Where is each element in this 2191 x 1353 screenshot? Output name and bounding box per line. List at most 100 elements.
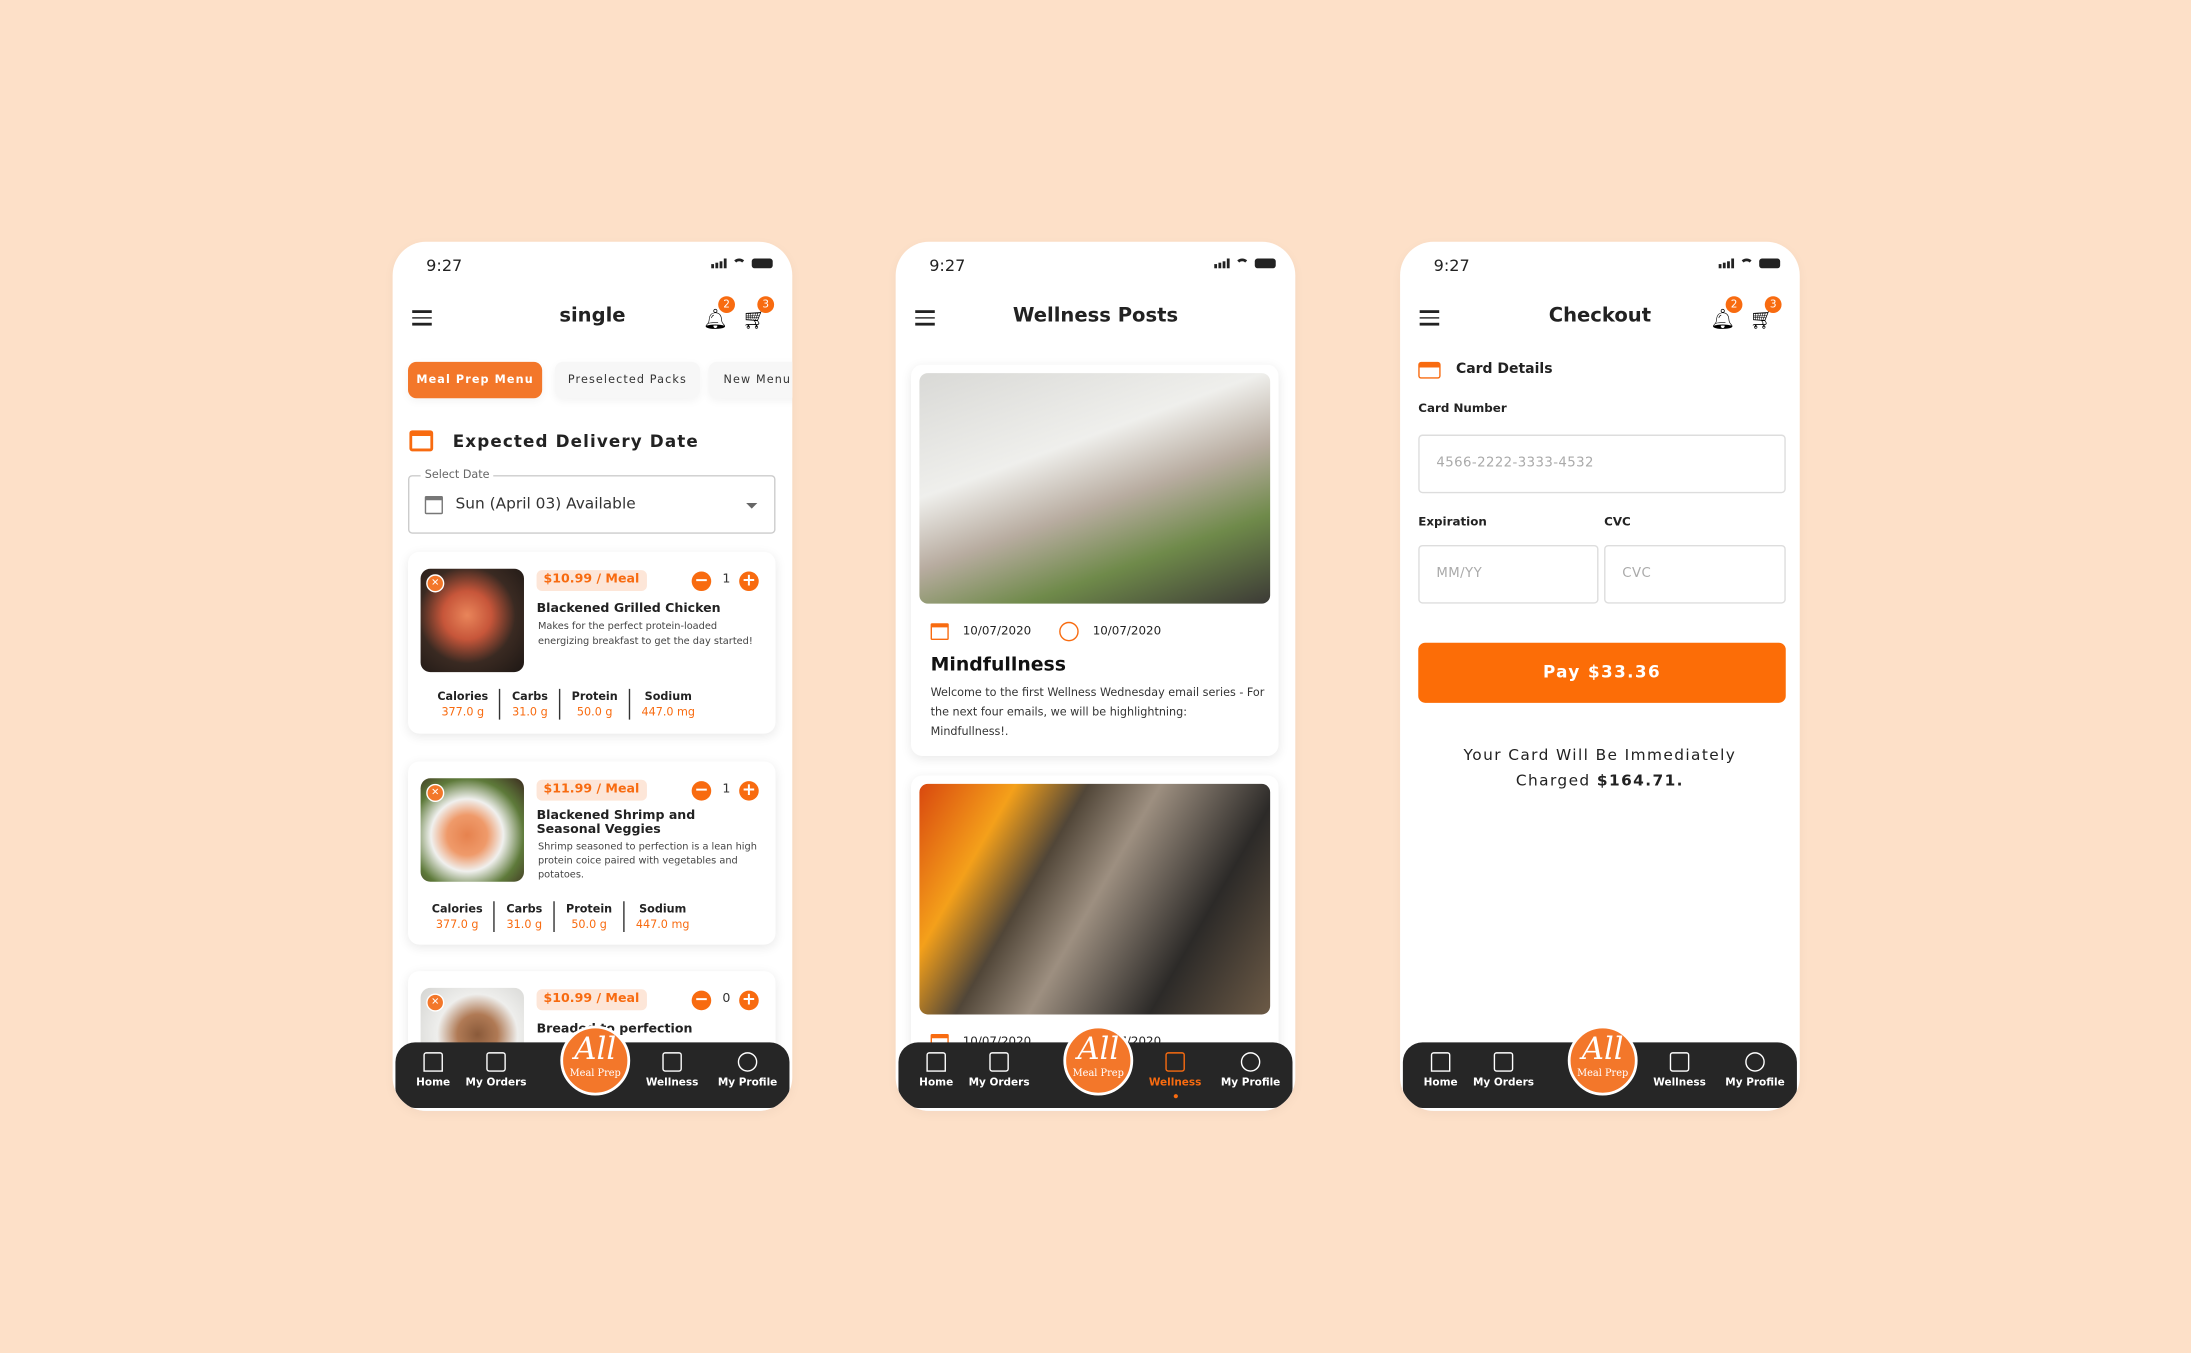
nav-my-orders[interactable]: My Orders: [458, 1052, 533, 1088]
nav-my-profile[interactable]: My Profile: [710, 1052, 785, 1088]
decrease-button[interactable]: −: [691, 990, 712, 1011]
meal-card[interactable]: ✕ $11.99 / Meal − 1 + Blackened Shrimp a…: [408, 761, 776, 945]
card-number-label: Card Number: [1418, 402, 1507, 417]
status-icons: [1718, 258, 1781, 269]
all-meal-prep-logo[interactable]: All Meal Prep: [1063, 1025, 1134, 1096]
bell-icon[interactable]: 🔔︎ 2: [1710, 296, 1743, 331]
calendar-icon: [930, 623, 949, 640]
post-date: 10/07/2020: [962, 624, 1032, 639]
notification-badge: 2: [718, 296, 735, 313]
signal-icon: [1214, 258, 1230, 269]
credit-card-icon: [1418, 361, 1441, 379]
status-icons: [1214, 258, 1276, 269]
bottom-nav: Home My Orders All Meal Prep Wellness My …: [395, 1025, 790, 1109]
quantity: 1: [722, 782, 731, 797]
price-tag: $10.99 / Meal: [536, 570, 647, 592]
nav-wellness[interactable]: Wellness: [1642, 1052, 1717, 1088]
price-tag: $10.99 / Meal: [536, 989, 647, 1011]
nav-wellness[interactable]: Wellness: [634, 1052, 709, 1088]
signal-icon: [1718, 258, 1735, 269]
pay-button[interactable]: Pay $33.36: [1418, 642, 1786, 703]
cart-icon[interactable]: 🛒︎ 3: [742, 296, 775, 331]
expiration-label: Expiration: [1418, 515, 1487, 530]
nav-my-orders[interactable]: My Orders: [1466, 1052, 1541, 1088]
gluten-free-icon: ✕: [426, 783, 445, 803]
expiration-input[interactable]: MM/YY: [1418, 544, 1599, 604]
select-date-label: Select Date: [420, 468, 494, 481]
home-icon: [926, 1052, 946, 1072]
user-circle-icon: [1745, 1052, 1765, 1072]
tab-preselected-packs[interactable]: Preselected Packs: [554, 361, 701, 399]
active-indicator: [1173, 1094, 1178, 1099]
post-body: Welcome to the first Wellness Wednesday …: [930, 686, 1265, 738]
increase-button[interactable]: +: [739, 571, 759, 592]
wellness-screen: 9:27 Wellness Posts 10/07/2020 10/07/202…: [895, 241, 1296, 1111]
all-meal-prep-logo[interactable]: All Meal Prep: [1567, 1025, 1638, 1096]
meal-description: Shrimp seasoned to perfection is a lean …: [537, 841, 757, 881]
list-icon: [989, 1052, 1009, 1072]
delivery-heading: Expected Delivery Date: [452, 431, 699, 452]
post-image: [919, 783, 1271, 1015]
meal-card[interactable]: ✕ $10.99 / Meal − 1 + Blackened Grilled …: [408, 551, 776, 734]
gluten-free-icon: ✕: [426, 993, 445, 1012]
user-circle-icon: [1240, 1052, 1261, 1072]
increase-button[interactable]: +: [739, 780, 759, 801]
user-circle-icon: [737, 1052, 758, 1072]
increase-button[interactable]: +: [739, 990, 759, 1011]
meal-title: Blackened Shrimp and Seasonal Veggies: [536, 809, 696, 837]
bell-icon[interactable]: 🔔︎ 2: [703, 296, 735, 331]
calendar-icon: [409, 430, 434, 452]
cvc-input[interactable]: CVC: [1604, 544, 1786, 604]
cvc-label: CVC: [1604, 515, 1631, 530]
all-meal-prep-logo[interactable]: All Meal Prep: [560, 1025, 631, 1096]
decrease-button[interactable]: −: [691, 780, 712, 801]
home-icon: [1430, 1052, 1451, 1072]
meal-description: Makes for the perfect protein-loaded ene…: [537, 620, 753, 647]
nav-my-orders[interactable]: My Orders: [961, 1052, 1036, 1088]
tab-new-menu[interactable]: New Menu: [708, 361, 793, 399]
post-image: [919, 373, 1271, 604]
meal-image: ✕: [420, 778, 524, 882]
decrease-button[interactable]: −: [691, 571, 712, 592]
meal-title: Blackened Grilled Chicken: [536, 602, 721, 617]
list-icon: [662, 1052, 682, 1072]
chevron-down-icon: [746, 503, 758, 514]
nutrition-row: Calories 377.0 g Carbs 31.0 g Protein 50.0 …: [426, 688, 761, 720]
status-time: 9:27: [1433, 255, 1470, 276]
battery-icon: [1254, 258, 1276, 269]
bottom-nav: Home My Orders All Meal Prep Wellness My …: [1402, 1025, 1797, 1109]
signal-icon: [711, 258, 727, 269]
list-icon: [1493, 1052, 1514, 1072]
wifi-icon: [1235, 258, 1250, 269]
post-time: 10/07/2020: [1092, 624, 1162, 639]
page-title: Wellness Posts: [1012, 304, 1179, 327]
price-tag: $11.99 / Meal: [536, 779, 647, 801]
cart-badge: 3: [1764, 296, 1782, 313]
card-number-input[interactable]: 4566-2222-3333-4532: [1418, 434, 1786, 494]
gluten-free-icon: ✕: [426, 574, 445, 593]
post-card[interactable]: 10/07/2020 10/07/2020 Mindfullness Welco…: [911, 364, 1279, 756]
status-icons: [711, 258, 773, 269]
section-title: Card Details: [1455, 361, 1553, 378]
nav-wellness[interactable]: Wellness: [1137, 1052, 1212, 1099]
battery-icon: [751, 258, 773, 269]
quantity: 0: [722, 992, 731, 1007]
list-icon: [1165, 1052, 1185, 1072]
calendar-icon: [424, 496, 443, 515]
select-date-value: Sun (April 03) Available: [455, 494, 636, 513]
checkout-screen: 9:27 Checkout 🔔︎ 2 🛒︎ 3 Card Details Card …: [1400, 241, 1800, 1111]
nutrition-row: Calories 377.0 g Carbs 31.0 g Protein 50.0 …: [421, 901, 762, 932]
cart-icon[interactable]: 🛒︎ 3: [1749, 296, 1782, 331]
list-icon: [1669, 1052, 1690, 1072]
nav-my-profile[interactable]: My Profile: [1213, 1052, 1288, 1088]
notification-badge: 2: [1725, 296, 1743, 313]
list-icon: [486, 1052, 506, 1072]
tab-meal-prep-menu[interactable]: Meal Prep Menu: [408, 361, 543, 399]
meal-image: ✕: [420, 568, 524, 673]
status-time: 9:27: [929, 255, 966, 276]
bottom-nav: Home My Orders All Meal Prep Wellness My …: [898, 1025, 1293, 1109]
nav-my-profile[interactable]: My Profile: [1717, 1052, 1792, 1088]
charge-notice: Your Card Will Be Immediately Charged $1…: [1463, 746, 1737, 790]
wifi-icon: [732, 258, 747, 269]
select-date-dropdown[interactable]: Select Date Sun (April 03) Available: [408, 468, 776, 534]
